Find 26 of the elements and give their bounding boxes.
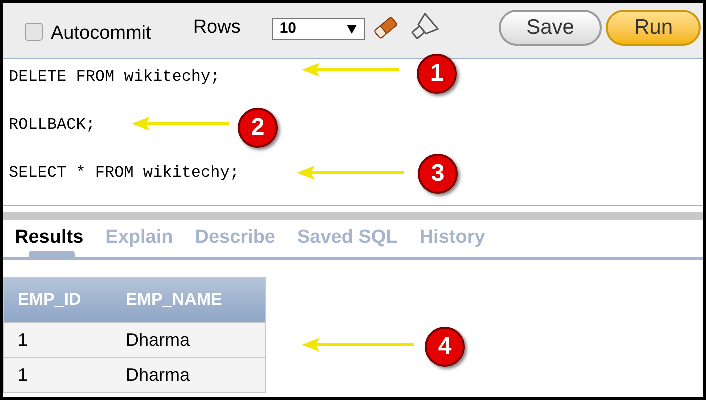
rows-label: Rows [193, 16, 241, 40]
code-line: DELETE FROM wikitechy; [9, 67, 220, 88]
rows-value: 10 [280, 18, 297, 39]
number-badge: 3 [418, 154, 458, 194]
column-header: EMP_NAME [125, 289, 224, 312]
code-line: SELECT * FROM wikitechy; [9, 163, 240, 184]
table-cell-text: 1 [17, 364, 30, 386]
code-line: ROLLBACK; [9, 115, 96, 136]
number-badge: 1 [417, 54, 457, 94]
number-badge: 2 [238, 108, 278, 148]
number-badge: 4 [425, 327, 465, 367]
table-cell-text: 1 [17, 328, 30, 352]
autocommit-checkbox[interactable] [25, 22, 43, 41]
save-button[interactable]: Save [498, 10, 602, 46]
arrow-icon [297, 166, 405, 180]
table-cell-text: Dharma [125, 364, 192, 386]
dropdown-arrow-icon [346, 24, 357, 34]
arrow-icon [302, 338, 415, 352]
autocommit-label: Autocommit [51, 22, 152, 46]
tab[interactable]: Results [15, 220, 84, 257]
column-header: EMP_ID [17, 289, 82, 312]
rows-select[interactable]: 10 [272, 18, 365, 40]
run-button[interactable]: Run [606, 10, 701, 46]
arrow-icon [132, 117, 230, 131]
arrow-icon [302, 63, 400, 77]
table-cell-text: Dharma [125, 328, 192, 352]
